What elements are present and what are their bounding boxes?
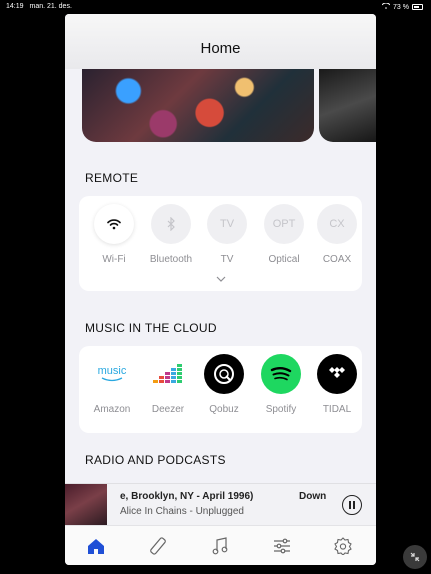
remote-section-title: REMOTE xyxy=(85,171,139,185)
remote-source-tv[interactable]: TV TV xyxy=(201,204,253,265)
featured-banner-image[interactable] xyxy=(82,69,314,142)
optical-icon: OPT xyxy=(264,204,304,244)
battery-percentage: 73 % xyxy=(393,3,409,11)
remote-source-coax[interactable]: CX COAX xyxy=(311,204,363,265)
tab-bar xyxy=(65,525,376,565)
service-amazon[interactable]: music Amazon xyxy=(86,354,138,416)
spotify-icon xyxy=(261,354,301,394)
service-label: Spotify xyxy=(265,404,297,415)
page-title: Home xyxy=(200,40,241,57)
gear-icon xyxy=(334,537,352,555)
collapse-arrows-icon xyxy=(410,552,420,562)
source-label: Wi-Fi xyxy=(102,254,126,265)
source-label: COAX xyxy=(322,254,352,265)
service-label: Qobuz xyxy=(209,404,239,415)
featured-banner-image-next[interactable] xyxy=(319,69,376,142)
tab-products[interactable] xyxy=(147,536,169,556)
battery-icon xyxy=(412,4,423,10)
tab-music[interactable] xyxy=(209,536,231,556)
service-deezer[interactable]: Deezer xyxy=(142,354,194,415)
wifi-icon xyxy=(94,204,134,244)
source-label: Bluetooth xyxy=(149,254,193,265)
tab-home[interactable] xyxy=(85,536,107,556)
qobuz-icon xyxy=(204,354,244,394)
wifi-status-icon xyxy=(381,2,391,11)
service-qobuz[interactable]: Qobuz xyxy=(198,354,250,415)
source-label: Optical xyxy=(268,254,300,265)
amazon-music-icon: music xyxy=(92,354,132,394)
remote-source-bluetooth[interactable]: Bluetooth xyxy=(145,204,197,265)
status-time: 14:19 xyxy=(6,3,24,10)
service-spotify[interactable]: Spotify xyxy=(255,354,307,415)
home-icon xyxy=(88,538,104,554)
remote-source-optical[interactable]: OPT Optical xyxy=(258,204,310,265)
track-title: e, Brooklyn, NY - April 1996) xyxy=(120,491,254,502)
now-playing-bar[interactable]: e, Brooklyn, NY - April 1996) Alice In C… xyxy=(65,483,376,526)
chevron-down-icon[interactable] xyxy=(216,274,226,285)
remote-icon xyxy=(150,537,166,555)
remote-source-wifi[interactable]: Wi-Fi xyxy=(88,204,140,265)
remote-card: Wi-Fi Bluetooth TV TV OPT Optical CX COA… xyxy=(79,196,362,291)
coax-icon: CX xyxy=(317,204,357,244)
service-label: Deezer xyxy=(151,404,185,415)
music-note-icon xyxy=(212,537,228,555)
collapse-button[interactable] xyxy=(403,545,427,569)
pause-button[interactable] xyxy=(342,495,362,515)
status-date: man. 21. des. xyxy=(29,3,72,10)
tab-equalizer[interactable] xyxy=(271,536,293,556)
track-artist-album: Alice In Chains - Unplugged xyxy=(120,506,244,517)
tidal-icon xyxy=(317,354,357,394)
cloud-services-card: music Amazon Deezer Qobuz Spotify TIDAL xyxy=(79,346,362,433)
room-name: Down xyxy=(299,491,327,502)
sliders-icon xyxy=(274,538,290,554)
cloud-section-title: MUSIC IN THE CLOUD xyxy=(85,321,217,335)
tab-settings[interactable] xyxy=(332,536,354,556)
status-bar: 14:19 man. 21. des. 73 % xyxy=(0,0,431,14)
app-window: Home REMOTE Wi-Fi Bluetooth TV TV OPT Op… xyxy=(65,14,376,565)
service-label: Amazon xyxy=(93,404,131,415)
service-label: TIDAL xyxy=(322,404,352,415)
radio-section-title: RADIO AND PODCASTS xyxy=(85,453,226,467)
album-art xyxy=(65,484,107,526)
top-bar: Home xyxy=(65,14,376,69)
deezer-icon xyxy=(148,354,188,394)
bluetooth-icon xyxy=(151,204,191,244)
service-tidal[interactable]: TIDAL xyxy=(311,354,363,415)
source-label: TV xyxy=(220,254,234,265)
tv-icon: TV xyxy=(207,204,247,244)
